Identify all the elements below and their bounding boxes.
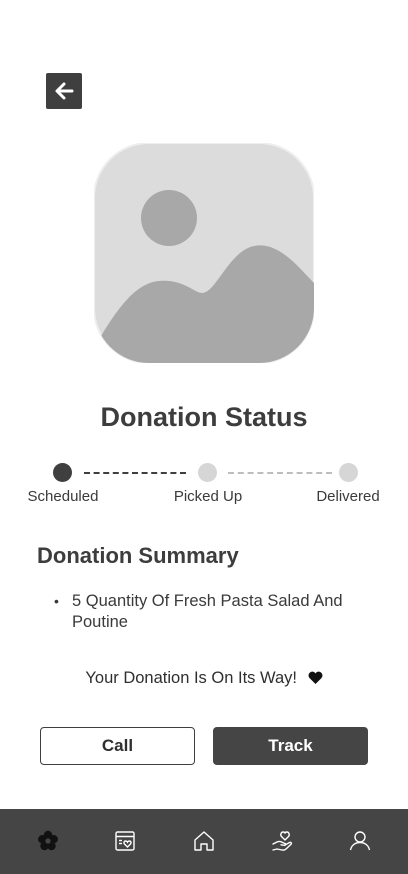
step-connector-1 (84, 472, 186, 474)
step-dot-picked-up (198, 463, 217, 482)
step-dot-scheduled (53, 463, 72, 482)
nav-item-donations[interactable] (111, 827, 139, 855)
heart-icon (308, 671, 322, 684)
step-label-delivered: Delivered (316, 488, 380, 505)
summary-item-text: 5 Quantity Of Fresh Pasta Salad And Pout… (72, 592, 343, 631)
step-label-scheduled: Scheduled (27, 488, 99, 505)
status-stepper: Scheduled Picked Up Delivered (0, 460, 408, 520)
step-connector-2 (228, 472, 332, 474)
nav-item-home[interactable] (190, 827, 218, 855)
nav-item-giving[interactable] (269, 827, 297, 855)
step-label-picked-up: Picked Up (173, 488, 243, 505)
status-message-text: Your Donation Is On Its Way! (85, 669, 297, 687)
arrow-left-icon (55, 82, 74, 100)
summary-list: • 5 Quantity Of Fresh Pasta Salad And Po… (54, 591, 374, 633)
flower-icon (38, 830, 58, 851)
step-dot-delivered (339, 463, 358, 482)
status-message: Your Donation Is On Its Way! (0, 669, 408, 688)
list-item: • 5 Quantity Of Fresh Pasta Salad And Po… (54, 591, 374, 633)
nav-item-profile[interactable] (346, 827, 374, 855)
track-button[interactable]: Track (213, 727, 368, 765)
bottom-nav (0, 809, 408, 874)
page-title: Donation Status (100, 402, 308, 432)
box-heart-icon (115, 831, 135, 851)
home-icon (194, 831, 214, 851)
user-icon (349, 831, 371, 851)
bullet: • (54, 593, 59, 609)
back-button[interactable] (46, 73, 82, 109)
image-placeholder-icon (94, 143, 314, 363)
call-button[interactable]: Call (40, 727, 195, 765)
hand-heart-icon (272, 831, 293, 851)
nav-item-flower[interactable] (34, 827, 62, 855)
summary-heading: Donation Summary (37, 543, 239, 568)
